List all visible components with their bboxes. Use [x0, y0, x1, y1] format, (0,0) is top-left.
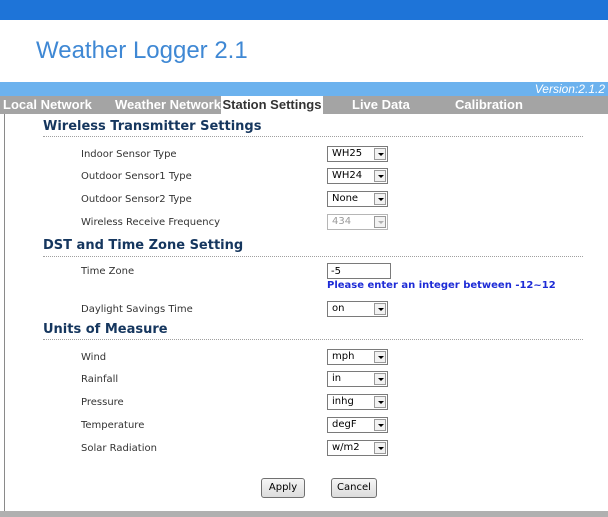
daylight-savings-label: Daylight Savings Time [81, 304, 193, 315]
dropdown-arrow-icon [374, 351, 386, 363]
outdoor-sensor1-select[interactable]: WH24 [327, 168, 388, 184]
pressure-unit-select[interactable]: inhg [327, 394, 388, 410]
apply-button[interactable]: Apply [261, 478, 305, 498]
outdoor-sensor1-value: WH24 [332, 170, 363, 181]
solar-radiation-unit-select[interactable]: w/m2 [327, 440, 388, 456]
footer-bar [0, 511, 608, 517]
tab-weather-network[interactable]: Weather Network [115, 96, 221, 114]
receive-frequency-select: 434 [327, 214, 388, 230]
section-divider [43, 339, 583, 340]
dropdown-arrow-icon [374, 303, 386, 315]
version-bar: Version:2.1.2 [0, 82, 608, 96]
time-zone-hint: Please enter an integer between -12~12 [327, 280, 556, 291]
outdoor-sensor2-select[interactable]: None [327, 191, 388, 207]
app-title: Weather Logger 2.1 [36, 37, 248, 64]
receive-frequency-value: 434 [332, 216, 352, 227]
tab-local-network[interactable]: Local Network [3, 96, 92, 114]
dropdown-arrow-icon [374, 170, 386, 182]
section-title-wireless: Wireless Transmitter Settings [43, 119, 262, 134]
daylight-savings-value: on [332, 303, 345, 314]
section-divider [43, 256, 583, 257]
dropdown-arrow-icon [374, 373, 386, 385]
dropdown-arrow-icon [374, 193, 386, 205]
section-title-dst: DST and Time Zone Setting [43, 238, 244, 253]
temperature-unit-select[interactable]: degF [327, 417, 388, 433]
wind-unit-select[interactable]: mph [327, 349, 388, 365]
solar-radiation-unit-value: w/m2 [332, 442, 360, 453]
section-title-units: Units of Measure [43, 322, 168, 337]
rainfall-unit-value: in [332, 373, 342, 384]
tab-bar: Local Network Weather Network Station Se… [0, 96, 608, 114]
daylight-savings-select[interactable]: on [327, 301, 388, 317]
temperature-unit-value: degF [332, 419, 357, 430]
top-accent-bar [0, 0, 608, 20]
solar-radiation-label: Solar Radiation [81, 443, 157, 454]
time-zone-input[interactable] [327, 263, 391, 279]
cancel-button[interactable]: Cancel [331, 478, 377, 498]
section-divider [43, 136, 583, 137]
dropdown-arrow-icon [374, 419, 386, 431]
tab-calibration[interactable]: Calibration [455, 96, 523, 114]
settings-panel: Wireless Transmitter Settings Indoor Sen… [4, 114, 608, 511]
tab-station-settings[interactable]: Station Settings [221, 96, 323, 114]
receive-frequency-label: Wireless Receive Frequency [81, 217, 221, 228]
indoor-sensor-select[interactable]: WH25 [327, 146, 388, 162]
indoor-sensor-label: Indoor Sensor Type [81, 149, 177, 160]
tab-live-data[interactable]: Live Data [352, 96, 410, 114]
wind-label: Wind [81, 352, 107, 363]
rainfall-unit-select[interactable]: in [327, 371, 388, 387]
dropdown-arrow-icon [374, 396, 386, 408]
pressure-label: Pressure [81, 397, 124, 408]
version-label: Version:2.1.2 [534, 82, 605, 96]
outdoor-sensor1-label: Outdoor Sensor1 Type [81, 171, 192, 182]
temperature-label: Temperature [81, 420, 145, 431]
dropdown-arrow-icon [374, 442, 386, 454]
outdoor-sensor2-value: None [332, 193, 359, 204]
pressure-unit-value: inhg [332, 396, 354, 407]
wind-unit-value: mph [332, 351, 355, 362]
indoor-sensor-value: WH25 [332, 148, 363, 159]
rainfall-label: Rainfall [81, 374, 119, 385]
dropdown-arrow-icon [374, 216, 386, 228]
outdoor-sensor2-label: Outdoor Sensor2 Type [81, 194, 192, 205]
header: Weather Logger 2.1 [0, 20, 608, 82]
dropdown-arrow-icon [374, 148, 386, 160]
time-zone-label: Time Zone [81, 266, 135, 277]
